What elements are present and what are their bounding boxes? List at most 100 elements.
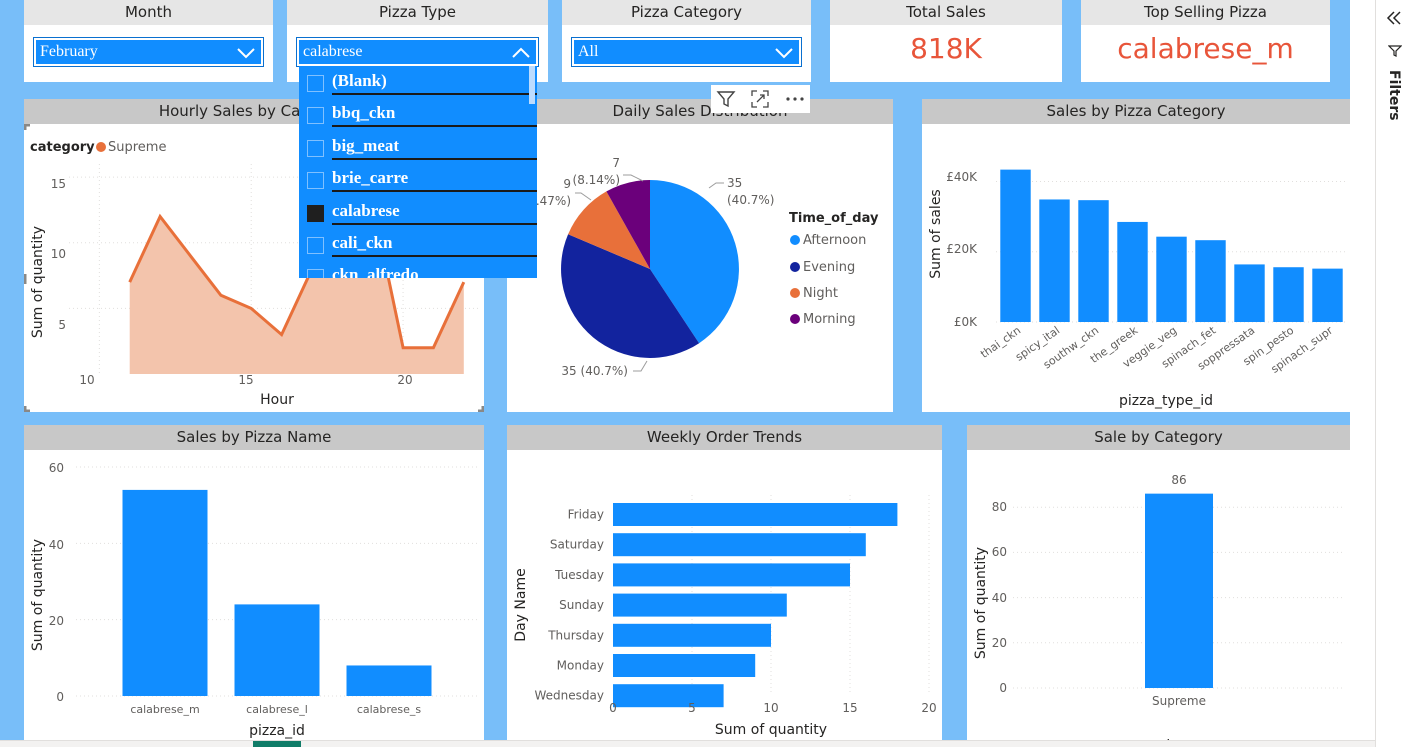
bar (1156, 236, 1187, 322)
legend-marker (96, 142, 106, 152)
x-axis-label: Hour (260, 392, 294, 408)
data-label: (8.14%) (573, 173, 620, 187)
y-tick: 40 (49, 538, 64, 552)
checkbox[interactable] (307, 75, 324, 92)
pizza-type-dropdown[interactable]: calabrese (296, 37, 539, 67)
y-tick: Tuesday (554, 568, 604, 582)
dropdown-item[interactable]: big_meat (299, 131, 537, 163)
bar (1195, 240, 1226, 322)
x-tick: calabrese_m (130, 703, 199, 716)
legend-marker (790, 262, 800, 272)
x-tick: 10 (79, 373, 94, 387)
page-tab-active[interactable] (253, 741, 301, 747)
legend-item: Afternoon (803, 233, 866, 248)
category-sales-card[interactable]: Sales by Pizza Category thai_ckn spicy_it… (922, 99, 1350, 412)
resize-handle[interactable] (478, 406, 484, 412)
divider (332, 93, 537, 95)
legend-item: Morning (803, 312, 856, 327)
checkbox[interactable] (307, 172, 324, 189)
bar (613, 654, 756, 677)
dropdown-item[interactable]: (Blank) (299, 66, 537, 98)
more-options-icon[interactable] (784, 88, 806, 110)
y-tick: £40K (946, 170, 978, 184)
weekly-trends-card[interactable]: Weekly Order Trends Friday Saturday Tuesda… (507, 425, 942, 740)
dropdown-item[interactable]: cali_ckn (299, 228, 537, 260)
y-axis-label: Sum of sales (928, 189, 944, 278)
resize-handle[interactable] (24, 124, 30, 130)
legend-title: category (30, 140, 95, 155)
daily-sales-card[interactable]: Daily Sales Distribution 7 (8.14%) 9 (10… (507, 99, 893, 412)
y-tick: 0 (56, 690, 64, 704)
leader-line (575, 192, 592, 201)
x-tick: 15 (842, 701, 857, 715)
daily-sales-title: Daily Sales Distribution (507, 99, 893, 124)
pizza-type-slicer-title: Pizza Type (287, 0, 548, 25)
pizza-type-dropdown-list[interactable]: (Blank) bbq_ckn big_meat brie_carre cala… (299, 66, 537, 278)
sale-by-category-card[interactable]: Sale by Category Supreme 80 60 40 20 0 8… (967, 425, 1350, 740)
focus-mode-icon[interactable] (749, 88, 771, 110)
report-canvas: Month February Pizza Type calabrese Pizz… (0, 0, 1350, 747)
top-selling-value: calabrese_m (1117, 32, 1294, 65)
leader-line (708, 182, 724, 189)
checkbox[interactable] (307, 107, 324, 124)
pizza-category-dropdown[interactable]: All (571, 37, 802, 67)
checkbox[interactable] (307, 269, 324, 278)
dropdown-item[interactable]: brie_carre (299, 163, 537, 195)
data-label: 35 (40.7%) (561, 364, 628, 378)
chevron-down-icon (775, 48, 793, 59)
x-tick: calabrese_l (246, 703, 308, 716)
chevron-down-icon (237, 48, 255, 59)
visual-header-toolbar (711, 85, 810, 113)
pizza-name-title: Sales by Pizza Name (24, 425, 484, 450)
month-slicer-title: Month (24, 0, 273, 25)
bar (1117, 221, 1148, 322)
legend-title: Time_of_day (789, 211, 879, 226)
sale-by-category-title: Sale by Category (967, 425, 1350, 450)
bar (1312, 268, 1343, 322)
y-axis-label: Day Name (513, 568, 529, 641)
month-dropdown[interactable]: February (33, 37, 264, 67)
pizza-category-dropdown-value: All (578, 43, 599, 60)
data-label: 86 (1171, 473, 1186, 487)
filter-icon[interactable] (715, 88, 737, 110)
dropdown-item-label: calabrese (332, 201, 400, 220)
x-tick: Supreme (1152, 694, 1206, 708)
dropdown-item[interactable]: ckn_alfredo (299, 260, 537, 278)
divider (332, 125, 537, 127)
dropdown-item-label: ckn_alfredo (332, 265, 419, 278)
y-tick: 60 (992, 545, 1007, 559)
filters-pane[interactable]: Filters (1375, 0, 1403, 747)
y-tick: 15 (51, 177, 66, 191)
data-label: 9 (563, 177, 571, 191)
divider (332, 255, 537, 257)
bar (613, 593, 787, 617)
daily-sales-chart: 7 (8.14%) 9 (10.47%) 35 (40.7%) 35 (40.7… (516, 156, 879, 378)
resize-handle[interactable] (24, 406, 30, 412)
legend-item: Evening (803, 260, 855, 275)
bar (346, 665, 432, 696)
chevron-up-icon (512, 47, 530, 58)
dropdown-item-label: big_meat (332, 136, 400, 155)
leader-line (623, 174, 644, 182)
x-tick: 20 (397, 373, 412, 387)
dropdown-item[interactable]: bbq_ckn (299, 98, 537, 130)
scrollbar-thumb[interactable] (529, 66, 535, 104)
checkbox[interactable] (307, 237, 324, 254)
y-tick: 10 (51, 247, 66, 261)
y-tick: Friday (568, 508, 604, 522)
y-axis-label: Sum of quantity (30, 226, 46, 338)
dropdown-item[interactable]: calabrese (299, 196, 537, 228)
divider (332, 223, 537, 225)
y-axis-label: Sum of quantity (30, 539, 46, 651)
legend-item: Night (803, 286, 838, 301)
total-sales-value: 818K (910, 32, 982, 65)
category-sales-chart: thai_cknspicy_italsouthw_cknthe_greekveg… (928, 169, 1347, 409)
y-tick: 40 (992, 591, 1007, 605)
bar (234, 604, 320, 696)
checkbox-checked[interactable] (307, 205, 324, 222)
pizza-name-card[interactable]: Sales by Pizza Name calabrese_m calabrese… (24, 425, 484, 740)
month-dropdown-value: February (40, 43, 98, 60)
collapse-chevrons-icon[interactable] (1386, 10, 1402, 26)
checkbox[interactable] (307, 140, 324, 157)
y-tick: 20 (992, 636, 1007, 650)
